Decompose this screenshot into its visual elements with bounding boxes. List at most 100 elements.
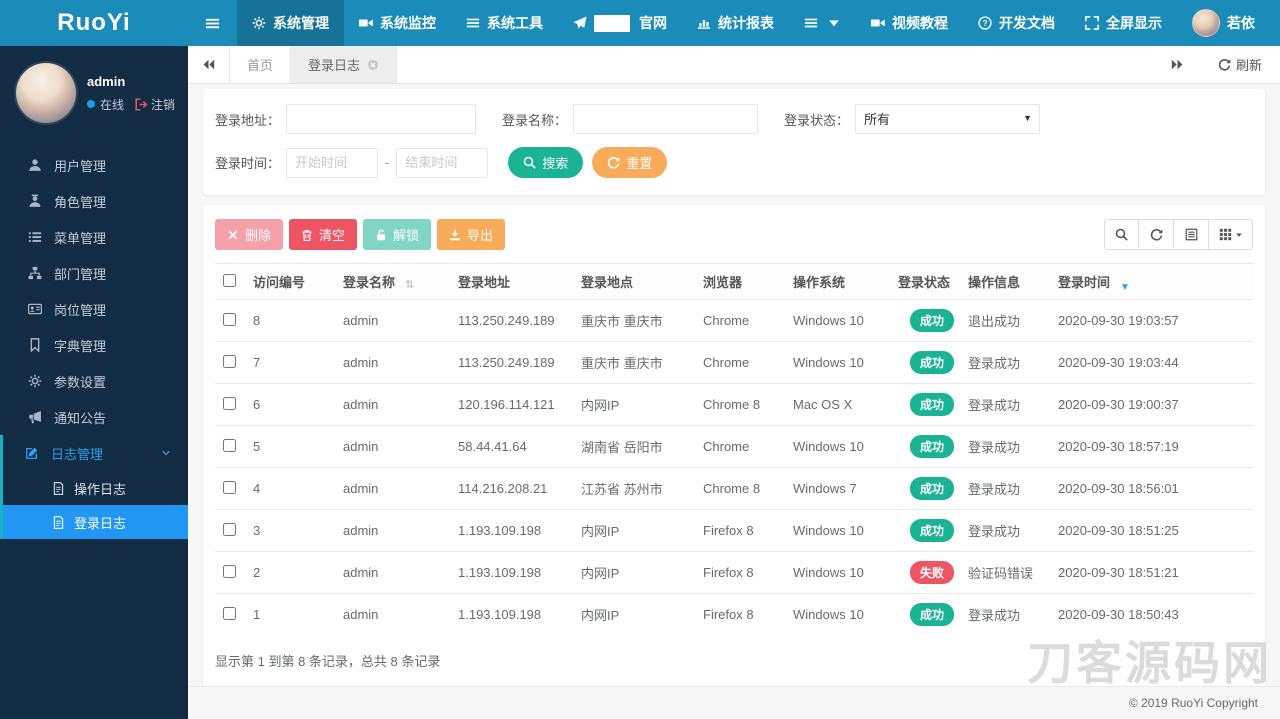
search-button[interactable]: 搜索: [508, 147, 584, 178]
sidebar-menu-item[interactable]: 参数设置: [0, 363, 188, 399]
user-menu[interactable]: 若依: [1177, 0, 1270, 46]
sidebar-item-log-manage[interactable]: 日志管理: [3, 435, 188, 471]
cell-browser: Chrome 8: [695, 383, 785, 426]
table-detail-view-button[interactable]: [1174, 219, 1209, 250]
cell-location: 湖南省 岳阳市: [573, 425, 695, 468]
sidebar-menu-item[interactable]: 部门管理: [0, 255, 188, 291]
table-search-toggle-button[interactable]: [1104, 219, 1139, 250]
logout-link[interactable]: 注销: [135, 96, 175, 113]
nav-label: 系统工具: [487, 15, 543, 31]
sidebar-toggle-button[interactable]: [188, 0, 237, 46]
table-refresh-button[interactable]: [1139, 219, 1174, 250]
row-checkbox[interactable]: [223, 606, 236, 620]
export-button[interactable]: 导出: [437, 219, 506, 250]
refresh-tab-button[interactable]: 刷新: [1218, 55, 1262, 74]
online-dot-icon: [87, 100, 95, 108]
table-columns-button[interactable]: [1209, 219, 1253, 250]
svg-text:?: ?: [982, 18, 987, 28]
tabs-scroll-left-button[interactable]: [188, 46, 229, 83]
sort-both-icon[interactable]: ⇅: [405, 278, 414, 291]
tab-bar: 首页 登录日志 刷新: [188, 46, 1280, 84]
cell-location: 重庆市 重庆市: [581, 314, 663, 329]
end-time-input[interactable]: [396, 147, 489, 178]
table-row[interactable]: 2 admin 1.193.109.198 内网IP Firefox 8 Win…: [215, 551, 1253, 594]
col-header-addr[interactable]: 登录地址: [450, 263, 573, 300]
sidebar-group-log-manage: 日志管理 操作日志 登录日志: [0, 435, 188, 539]
sidebar-menu-item[interactable]: 菜单管理: [0, 219, 188, 255]
menu-bars-icon: [804, 16, 818, 30]
avatar[interactable]: [16, 63, 76, 123]
nav-item-report[interactable]: 统计报表: [682, 0, 789, 46]
cell-browser: Chrome 8: [695, 467, 785, 510]
table-row[interactable]: 7 admin 113.250.249.189 重庆市 重庆市 Chrome W…: [215, 341, 1253, 384]
nav-item-fullscreen[interactable]: 全屏显示: [1070, 0, 1177, 46]
row-checkbox[interactable]: [223, 480, 236, 494]
col-header-os[interactable]: 操作系统: [785, 263, 890, 300]
cell-browser: Chrome: [695, 341, 785, 384]
nav-item-system-tools[interactable]: 系统工具: [451, 0, 558, 46]
login-name-input[interactable]: [573, 104, 759, 134]
nav-item-system-monitor[interactable]: 系统监控: [344, 0, 451, 46]
col-header-browser[interactable]: 浏览器: [695, 263, 785, 300]
table-row[interactable]: 3 admin 1.193.109.198 内网IP Firefox 8 Win…: [215, 509, 1253, 552]
tab-login-log[interactable]: 登录日志: [291, 46, 398, 83]
start-time-input[interactable]: [286, 147, 379, 178]
unlock-button[interactable]: 解锁: [363, 219, 432, 250]
cell-browser: Firefox 8: [695, 593, 785, 635]
tab-home[interactable]: 首页: [229, 46, 292, 83]
sidebar-sub-item[interactable]: 操作日志: [3, 471, 188, 505]
cell-location: 内网IP: [573, 509, 695, 552]
table-row[interactable]: 4 admin 114.216.208.21 江苏省 苏州市 Chrome 8 …: [215, 467, 1253, 510]
x-icon: [227, 229, 239, 241]
sidebar-menu-item[interactable]: 字典管理: [0, 327, 188, 363]
reset-button[interactable]: 重置: [592, 147, 668, 178]
col-header-name[interactable]: 登录名称 ⇅: [335, 263, 450, 300]
row-checkbox[interactable]: [223, 564, 236, 578]
cell-time: 2020-09-30 18:56:01: [1050, 467, 1253, 510]
sort-desc-icon[interactable]: ▼: [1120, 282, 1130, 293]
col-header-time[interactable]: 登录时间 ▼: [1050, 263, 1253, 300]
col-header-id[interactable]: 访问编号: [245, 263, 335, 300]
sidebar-menu-item[interactable]: 角色管理: [0, 183, 188, 219]
row-checkbox[interactable]: [223, 312, 236, 326]
row-checkbox[interactable]: [223, 438, 236, 452]
table-row[interactable]: 5 admin 58.44.41.64 湖南省 岳阳市 Chrome Windo…: [215, 425, 1253, 468]
row-checkbox[interactable]: [223, 396, 236, 410]
login-addr-input[interactable]: [286, 104, 477, 134]
nav-item-more-menu[interactable]: [789, 0, 856, 46]
sidebar-menu-item[interactable]: 通知公告: [0, 399, 188, 435]
paper-plane-icon: [573, 16, 587, 30]
nav-label: 系统监控: [380, 15, 436, 31]
sidebar-menu-item[interactable]: 用户管理: [0, 147, 188, 183]
tab-label: 首页: [247, 58, 274, 73]
cell-location: 内网IP: [573, 593, 695, 635]
col-header-location[interactable]: 登录地点: [573, 263, 695, 300]
bar-chart-icon: [697, 16, 711, 30]
delete-button[interactable]: 删除: [215, 219, 284, 250]
cell-message: 登录成功: [960, 341, 1050, 384]
close-icon[interactable]: [367, 59, 379, 71]
cell-addr: 114.216.208.21: [450, 467, 573, 510]
nav-item-official-site[interactable]: 官网: [558, 0, 682, 46]
table-row[interactable]: 6 admin 120.196.114.121 内网IP Chrome 8 Ma…: [215, 383, 1253, 426]
table-row[interactable]: 8 admin 113.250.249.189 重庆市 重庆市 Chrome W…: [215, 300, 1253, 342]
tabs-scroll-right-button[interactable]: [1157, 58, 1198, 71]
search-icon: [523, 156, 537, 169]
logout-label: 注销: [151, 97, 176, 112]
cell-browser: Firefox 8: [695, 509, 785, 552]
sidebar-menu-item[interactable]: 岗位管理: [0, 291, 188, 327]
col-header-message[interactable]: 操作信息: [960, 263, 1050, 300]
row-checkbox[interactable]: [223, 354, 236, 368]
nav-item-dev-docs[interactable]: ? 开发文档: [963, 0, 1070, 46]
sidebar-sub-item[interactable]: 登录日志: [3, 505, 188, 539]
login-status-select[interactable]: 所有: [855, 104, 1041, 134]
row-checkbox[interactable]: [223, 522, 236, 536]
clear-button[interactable]: 清空: [289, 219, 358, 250]
cell-time: 2020-09-30 18:50:43: [1050, 593, 1253, 635]
nav-item-system-manage[interactable]: 系统管理: [237, 0, 344, 46]
select-all-checkbox[interactable]: [223, 273, 236, 287]
col-header-status[interactable]: 登录状态: [890, 263, 960, 300]
nav-item-video-tutorial[interactable]: 视频教程: [856, 0, 963, 46]
table-row[interactable]: 1 admin 1.193.109.198 内网IP Firefox 8 Win…: [215, 593, 1253, 635]
cell-addr: 113.250.249.189: [450, 341, 573, 384]
